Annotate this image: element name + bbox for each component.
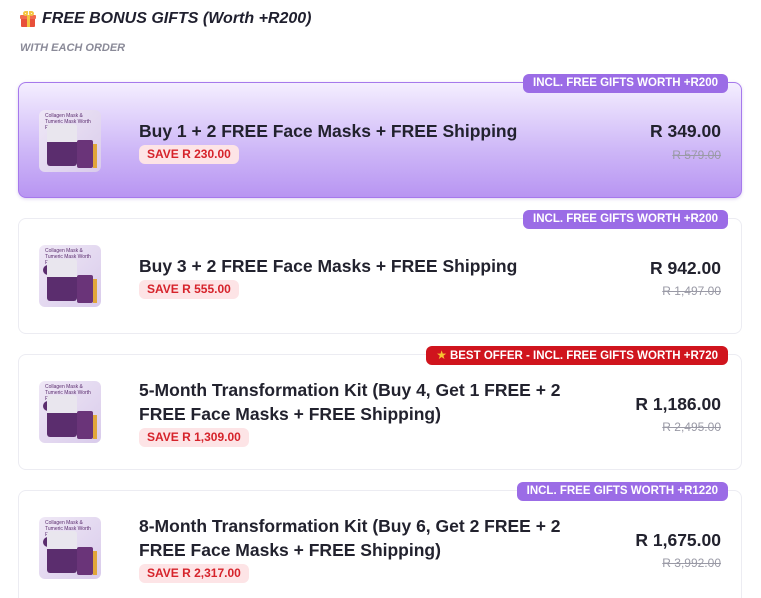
product-thumbnail: Collagen Mask & Tumeric Mask Worth R200 [39,245,101,307]
bonus-header: FREE BONUS GIFTS (Worth +R200) WITH EACH… [20,10,312,54]
offer-badge: INCL. FREE GIFTS WORTH +R200 [523,74,728,93]
bonus-title-text: FREE BONUS GIFTS (Worth +R200) [42,10,312,27]
original-price: R 1,497.00 [662,284,721,298]
offer-option-3[interactable]: ★ BEST OFFER - INCL. FREE GIFTS WORTH +R7… [18,346,742,470]
save-badge: SAVE R 230.00 [139,145,239,164]
offer-price: R 1,675.00 [635,530,721,550]
save-badge: SAVE R 2,317.00 [139,564,249,583]
offer-badge: INCL. FREE GIFTS WORTH +R200 [523,210,728,229]
offer-title: Buy 1 + 2 FREE Face Masks + FREE Shippin… [139,121,518,141]
bonus-subtitle: WITH EACH ORDER [20,42,126,54]
offer-badge: INCL. FREE GIFTS WORTH +R1220 [516,482,728,501]
original-price: R 3,992.00 [662,556,721,570]
offer-title: Buy 3 + 2 FREE Face Masks + FREE Shippin… [139,256,518,276]
product-thumbnail: Collagen Mask & Tumeric Mask Worth R200 [39,517,101,579]
offer-option-4[interactable]: INCL. FREE GIFTS WORTH +R1220 Collagen M… [18,482,742,598]
offer-price: R 942.00 [649,258,721,278]
offer-option-1[interactable]: INCL. FREE GIFTS WORTH +R200 Collagen Ma… [18,74,742,198]
offer-price: R 349.00 [649,121,721,141]
star-icon: ★ [436,348,447,362]
offer-title: 8-Month Transformation Kit (Buy 6, Get 2… [139,516,561,560]
original-price: R 579.00 [672,148,721,162]
product-thumbnail: Collagen Mask & Tumeric Mask Worth R200 [39,381,101,443]
save-badge: SAVE R 555.00 [139,280,239,299]
product-thumbnail: Collagen Mask & Tumeric Mask Worth R200 [39,110,101,172]
gift-icon [20,11,36,27]
original-price: R 2,495.00 [662,420,721,434]
save-badge: SAVE R 1,309.00 [139,428,249,447]
offer-badge: ★ BEST OFFER - INCL. FREE GIFTS WORTH +R7… [426,346,728,365]
offer-option-2[interactable]: INCL. FREE GIFTS WORTH +R200 Collagen Ma… [18,210,742,334]
offer-title: 5-Month Transformation Kit (Buy 4, Get 1… [139,380,561,424]
bonus-title: FREE BONUS GIFTS (Worth +R200) [20,10,312,28]
offer-price: R 1,186.00 [635,394,721,414]
